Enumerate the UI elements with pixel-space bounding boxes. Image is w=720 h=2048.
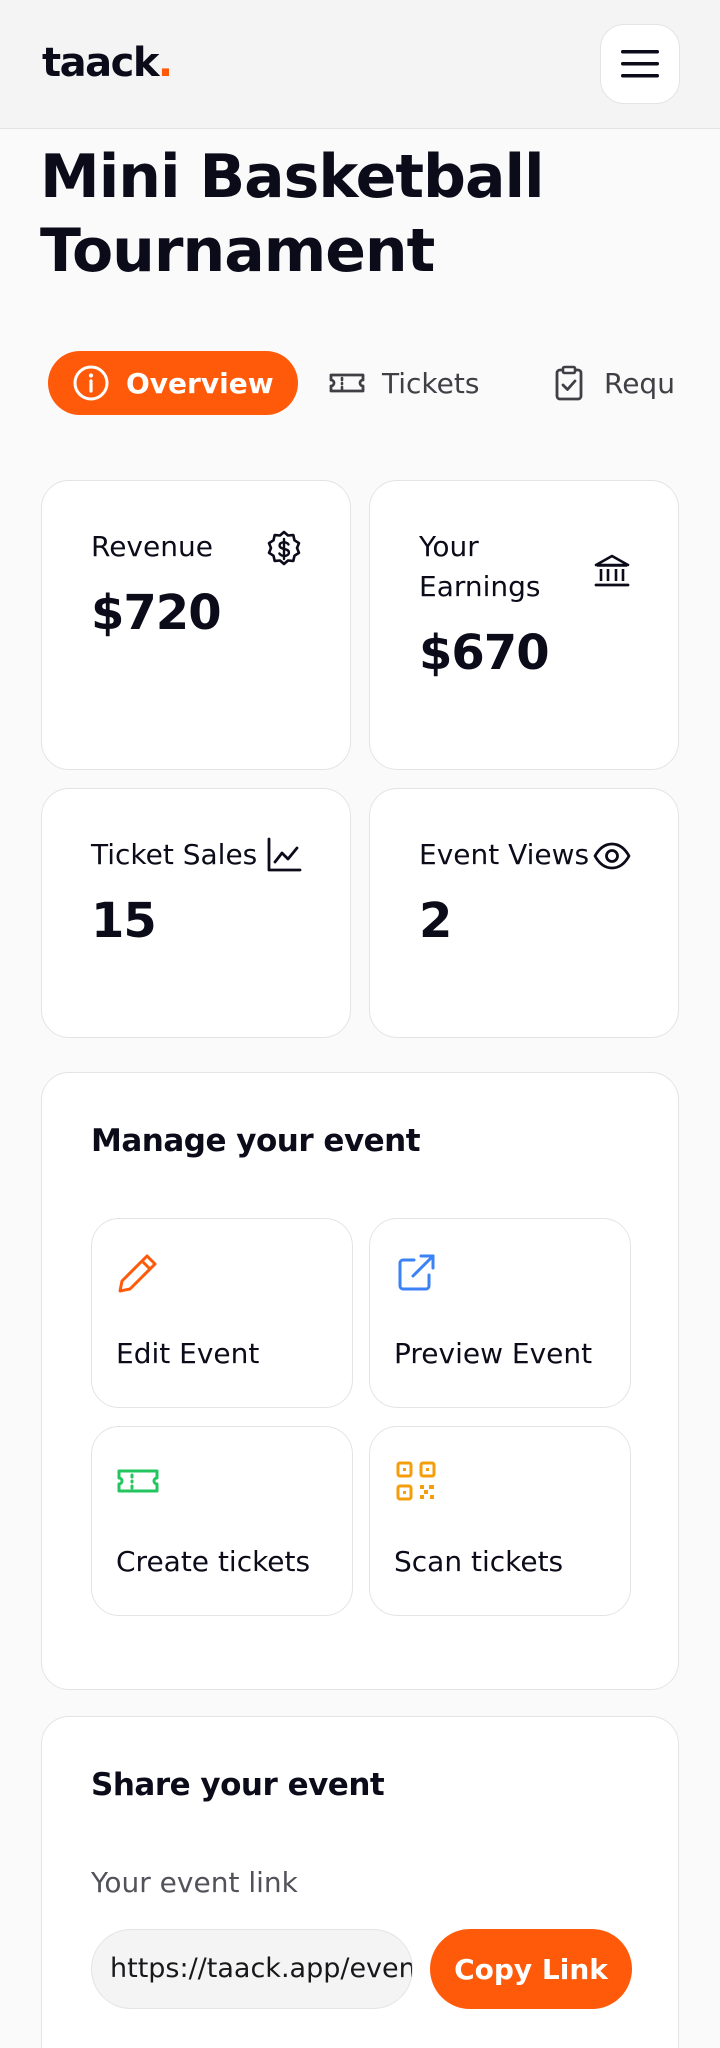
tab-label: Overview	[126, 366, 274, 400]
menu-button[interactable]	[600, 24, 680, 104]
qr-code-icon	[396, 1461, 436, 1501]
preview-event-label: Preview Event	[394, 1337, 593, 1370]
preview-event-button[interactable]: Preview Event	[369, 1218, 631, 1408]
info-circle-icon	[72, 364, 110, 402]
event-tabs: Overview Tickets Requ	[40, 340, 680, 420]
bank-icon	[594, 554, 630, 587]
ticket-icon	[328, 364, 366, 402]
taack-logo[interactable]: taack.	[42, 38, 173, 88]
pencil-icon	[118, 1254, 157, 1293]
logo-dot: .	[157, 40, 173, 86]
ticket-sales-value: 15	[91, 893, 157, 949]
line-chart-icon	[267, 837, 302, 872]
tab-tickets[interactable]: Tickets	[328, 351, 479, 415]
revenue-label: Revenue	[91, 530, 213, 563]
share-event-card: Share your event Your event link https:/…	[41, 1716, 679, 2048]
ticket-icon	[117, 1469, 159, 1493]
ticket-sales-card: Ticket Sales 15	[41, 788, 351, 1038]
share-event-title: Share your event	[91, 1767, 385, 1803]
earnings-label: Your Earnings	[419, 530, 541, 603]
create-tickets-button[interactable]: Create tickets	[91, 1426, 353, 1616]
manage-event-title: Manage your event	[91, 1123, 421, 1159]
revenue-card: Revenue $720	[41, 480, 351, 770]
event-views-label: Event Views	[419, 838, 590, 871]
eye-icon	[593, 842, 631, 870]
clipboard-check-icon	[550, 364, 588, 402]
tab-label: Requ	[604, 366, 675, 400]
revenue-value: $720	[91, 585, 222, 641]
copy-link-button[interactable]: Copy Link	[430, 1929, 632, 2009]
event-views-value: 2	[419, 893, 452, 949]
earnings-card: Your Earnings $670	[369, 480, 679, 770]
top-header: taack.	[0, 0, 720, 129]
tab-requests[interactable]: Requ	[550, 351, 675, 415]
edit-event-label: Edit Event	[116, 1337, 260, 1370]
event-views-card: Event Views 2	[369, 788, 679, 1038]
tab-label: Tickets	[382, 366, 480, 400]
manage-event-card: Manage your event Edit Event Preview Eve…	[41, 1072, 679, 1690]
event-title: Mini Basketball Tournament	[40, 142, 545, 286]
hamburger-menu-icon	[621, 50, 659, 78]
scan-tickets-label: Scan tickets	[394, 1545, 564, 1578]
event-link-label: Your event link	[91, 1866, 298, 1899]
ticket-sales-label: Ticket Sales	[91, 838, 258, 871]
edit-event-button[interactable]: Edit Event	[91, 1218, 353, 1408]
scan-tickets-button[interactable]: Scan tickets	[369, 1426, 631, 1616]
event-link-field[interactable]: https://taack.app/events/mini-basketball…	[91, 1929, 413, 2009]
logo-text: taack	[42, 40, 159, 86]
earnings-value: $670	[419, 625, 550, 681]
tab-overview[interactable]: Overview	[48, 351, 298, 415]
external-link-icon	[398, 1254, 435, 1291]
dollar-badge-icon	[267, 530, 301, 566]
create-tickets-label: Create tickets	[116, 1545, 311, 1578]
